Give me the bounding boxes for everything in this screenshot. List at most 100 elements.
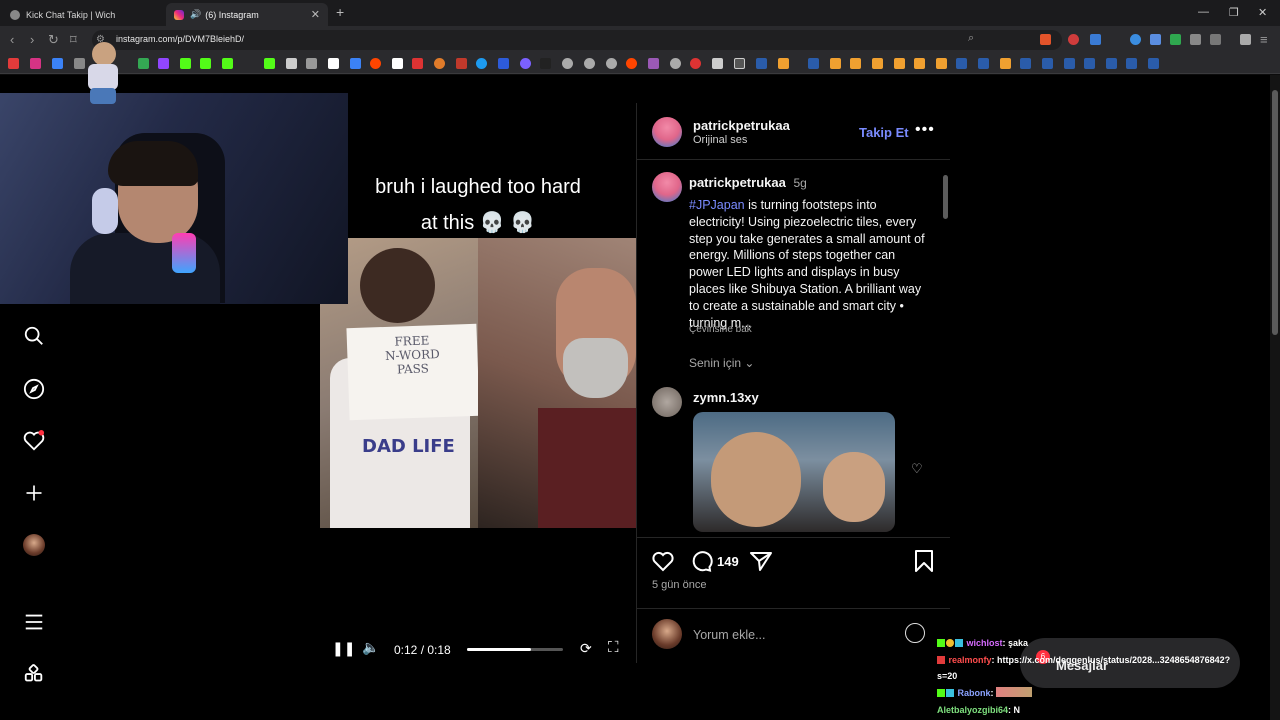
steam-bookmark-icon[interactable]: [1084, 58, 1095, 69]
reddit-bookmark-icon[interactable]: [370, 58, 381, 69]
extension-icon[interactable]: [1090, 34, 1101, 45]
folder-icon[interactable]: [734, 58, 745, 69]
hashtag-link[interactable]: #JPJapan: [689, 198, 745, 212]
bookmark-icon[interactable]: [52, 58, 63, 69]
new-tab-button[interactable]: +: [336, 4, 344, 20]
kick-bookmark-icon[interactable]: [222, 58, 233, 69]
steam-bookmark-icon[interactable]: [1064, 58, 1075, 69]
youtube-bookmark-icon[interactable]: [8, 58, 19, 69]
bookmark-icon[interactable]: [412, 58, 423, 69]
follow-button[interactable]: Takip Et: [859, 125, 909, 140]
bookmark-icon[interactable]: [392, 58, 403, 69]
bookmark-icon[interactable]: [540, 58, 551, 69]
bookmark-icon[interactable]: [434, 58, 445, 69]
steam-bookmark-icon[interactable]: [1126, 58, 1137, 69]
bookmark-icon[interactable]: [456, 58, 467, 69]
see-translation-link[interactable]: Çevirisine bak: [689, 324, 752, 335]
bookmark-icon[interactable]: [606, 58, 617, 69]
extension-icon[interactable]: [1150, 34, 1161, 45]
menu-icon[interactable]: ≡: [1260, 32, 1268, 47]
bookmark-icon[interactable]: [850, 58, 861, 69]
url-text[interactable]: instagram.com/p/DVM7BleiehD/: [116, 34, 244, 44]
extension-icon[interactable]: [1130, 34, 1141, 45]
volume-icon[interactable]: 🔈: [362, 639, 379, 656]
profile-avatar[interactable]: [22, 533, 46, 557]
zoom-icon[interactable]: ⌕: [968, 32, 974, 45]
page-scrollbar-thumb[interactable]: [1272, 90, 1278, 335]
comments-scrollbar[interactable]: [941, 165, 949, 537]
steam-bookmark-icon[interactable]: [1042, 58, 1053, 69]
author-username[interactable]: patrickpetrukaa: [693, 118, 790, 133]
emoji-icon[interactable]: [905, 623, 925, 643]
steam-bookmark-icon[interactable]: [756, 58, 767, 69]
kick-extension-icon[interactable]: [1170, 34, 1181, 45]
caption-author-avatar[interactable]: [652, 172, 682, 202]
bookmark-icon[interactable]: [138, 58, 149, 69]
video-progress-bar[interactable]: [467, 648, 563, 651]
bookmark-icon[interactable]: [936, 58, 947, 69]
steam-bookmark-icon[interactable]: [1106, 58, 1117, 69]
instagram-bookmark-icon[interactable]: [30, 58, 41, 69]
bookmark-icon[interactable]: [476, 58, 487, 69]
bookmark-icon[interactable]: [584, 58, 595, 69]
bookmark-icon[interactable]: [648, 58, 659, 69]
forward-icon[interactable]: ›: [30, 32, 34, 47]
steam-bookmark-icon[interactable]: [956, 58, 967, 69]
bookmark-icon[interactable]: [670, 58, 681, 69]
bookmark-icon[interactable]: [498, 58, 509, 69]
bookmark-icon[interactable]: [520, 58, 531, 69]
bookmark-icon[interactable]: ⌑: [70, 32, 77, 48]
speed-icon[interactable]: ⟳: [580, 640, 592, 657]
search-icon[interactable]: [22, 324, 46, 348]
create-plus-icon[interactable]: [22, 481, 46, 505]
close-window-button[interactable]: ✕: [1258, 6, 1267, 19]
puzzle-icon[interactable]: [1190, 34, 1201, 45]
for-you-dropdown[interactable]: Senin için ⌄: [689, 356, 754, 370]
bookmark-icon[interactable]: [286, 58, 297, 69]
pause-icon[interactable]: ❚❚: [332, 640, 355, 657]
steam-bookmark-icon[interactable]: [978, 58, 989, 69]
tab-kick-chat[interactable]: Kick Chat Takip | Wich: [2, 3, 166, 26]
bookmark-icon[interactable]: [778, 58, 789, 69]
kick-bookmark-icon[interactable]: [200, 58, 211, 69]
post-video[interactable]: FREE N-WORD PASS DAD LIFE bruh i laughed…: [320, 103, 636, 663]
back-icon[interactable]: ‹: [10, 32, 14, 47]
steam-bookmark-icon[interactable]: [808, 58, 819, 69]
more-menu-icon[interactable]: [22, 610, 46, 634]
more-options-icon[interactable]: •••: [915, 121, 935, 139]
media-icon[interactable]: [1240, 34, 1251, 45]
comments-scrollbar-thumb[interactable]: [943, 175, 948, 219]
kick-bookmark-icon[interactable]: [264, 58, 275, 69]
also-from-meta-icon[interactable]: [22, 663, 46, 687]
audio-label[interactable]: Orijinal ses: [693, 134, 747, 146]
minimize-button[interactable]: —: [1198, 6, 1209, 18]
like-icon[interactable]: [651, 549, 675, 579]
speaker-icon[interactable]: 🔊: [190, 9, 201, 20]
bookmark-icon[interactable]: [562, 58, 573, 69]
bookmark-icon[interactable]: [306, 58, 317, 69]
kick-bookmark-icon[interactable]: [180, 58, 191, 69]
explore-icon[interactable]: [22, 377, 46, 401]
sidebar-icon[interactable]: [1210, 34, 1221, 45]
comment-author[interactable]: zymn.13xy: [693, 390, 759, 405]
twitch-bookmark-icon[interactable]: [158, 58, 169, 69]
tab-instagram[interactable]: 🔊 (6) Instagram ✕: [166, 3, 328, 26]
steam-bookmark-icon[interactable]: [1148, 58, 1159, 69]
save-icon[interactable]: [913, 549, 935, 579]
fullscreen-icon[interactable]: ⛶: [608, 639, 619, 656]
x-bookmark-icon[interactable]: [328, 58, 339, 69]
maximize-button[interactable]: ❐: [1229, 6, 1239, 19]
comment-icon[interactable]: [689, 549, 713, 579]
bookmark-icon[interactable]: [914, 58, 925, 69]
extension-icon[interactable]: [1068, 34, 1079, 45]
close-tab-icon[interactable]: ✕: [311, 8, 320, 21]
comment-input[interactable]: Yorum ekle...: [693, 628, 766, 642]
reload-icon[interactable]: ↻: [48, 32, 59, 48]
commenter-avatar[interactable]: [652, 387, 682, 417]
bookmark-icon[interactable]: [894, 58, 905, 69]
bookmark-icon[interactable]: [830, 58, 841, 69]
brave-shield-icon[interactable]: [1040, 34, 1051, 45]
bookmark-icon[interactable]: [626, 58, 637, 69]
author-avatar[interactable]: [652, 117, 682, 147]
notifications-heart-icon[interactable]: [22, 429, 46, 453]
